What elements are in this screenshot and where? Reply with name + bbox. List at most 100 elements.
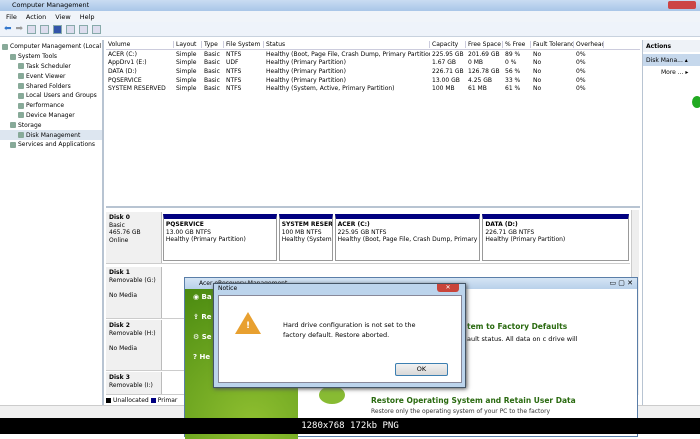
tree-item-label: Disk Management [26,131,81,139]
close-button[interactable] [668,1,696,9]
actions-more[interactable]: More ... ▸ [643,66,700,79]
tree-node-icon [18,83,24,90]
tree-item[interactable]: Device Manager [0,111,102,121]
column-header[interactable]: Volume [106,41,174,48]
table-cell: 0 MB [468,59,484,67]
table-cell: NTFS [226,67,242,75]
tree-item-label: Local Users and Groups [26,92,97,100]
tree-item-label: Event Viewer [26,72,66,80]
tree-item-label: Device Manager [26,111,75,119]
side-label: He [199,353,211,361]
back-icon[interactable]: ⬅ [4,25,12,34]
table-cell: Healthy (Primary Partition) [266,67,346,75]
table-row[interactable]: PQSERVICE Simple Basic NTFS Healthy (Primary… [106,76,640,85]
factory-defaults-heading[interactable]: tem to Factory Defaults [467,322,567,331]
refresh-icon[interactable] [79,25,89,34]
help-icon[interactable] [53,25,63,34]
partition[interactable]: ACER (C:) 225.95 GB NTFS Healthy (Boot, Pa… [334,214,481,261]
table-cell: Simple [176,50,197,58]
actions-title: Actions [643,40,700,52]
table-cell: Healthy (Primary Partition) [266,76,346,84]
column-header[interactable]: Type [202,41,224,48]
tree-item[interactable]: Local Users and Groups [0,91,102,101]
properties-icon[interactable] [92,25,102,34]
table-row[interactable]: SYSTEM RESERVED Simple Basic NTFS Healthy (S… [106,84,640,93]
ok-button[interactable]: OK [395,363,448,376]
table-cell: 4.25 GB [468,76,493,84]
retain-data-heading[interactable]: Restore Operating System and Retain User… [371,396,576,405]
partition-status: Healthy (Primary Partition) [485,236,566,243]
tree-item[interactable]: Task Scheduler [0,62,102,72]
table-row[interactable]: DATA (D:) Simple Basic NTFS Healthy (Primary… [106,67,640,76]
table-row[interactable]: ACER (C:) Simple Basic NTFS Healthy (Boot, P… [106,50,640,59]
partition[interactable]: SYSTEM RESER' 100 MB NTFS Healthy (System [278,214,333,261]
disk-info [109,337,158,345]
tree-item[interactable]: Storage [0,120,102,130]
warning-icon-mark: ! [246,321,251,331]
tree-item[interactable]: Services and Applications [0,140,102,150]
partition-name: DATA (D:) [485,221,518,228]
menu-action[interactable]: Action [26,13,46,21]
disk-label[interactable]: Disk 3 Removable (I:) [106,372,162,394]
disk-name: Disk 2 [109,322,130,329]
column-header[interactable]: Status [264,41,430,48]
column-header[interactable]: Fault Tolerance [531,41,574,48]
table-cell: 33 % [505,76,521,84]
column-header[interactable]: Layout [174,41,202,48]
table-cell: 226.71 GB [432,67,464,75]
table-cell: NTFS [226,76,242,84]
actions-disk-management[interactable]: Disk Mana... ▴ [643,54,700,66]
disk-info: No Media [109,344,138,352]
disk-label[interactable]: Disk 1 Removable (G:) No Media [106,267,162,318]
tree-node-icon [10,141,16,148]
disk-label[interactable]: Disk 2 Removable (H:) No Media [106,320,162,370]
show-action-pane-icon[interactable] [66,25,76,34]
column-header[interactable]: Overhead [574,41,604,48]
column-header[interactable]: % Free [503,41,531,48]
tree-item-label: Computer Management (Local [10,43,102,51]
tree-item[interactable]: Shared Folders [0,81,102,91]
tree-item[interactable]: Event Viewer [0,71,102,81]
table-cell: 201.69 GB [468,50,500,58]
tree-item[interactable]: System Tools [0,52,102,62]
partition-size: 13.00 GB NTFS [165,228,211,236]
column-header[interactable]: File System [224,41,264,48]
table-cell: 89 % [505,50,521,58]
partition-status: Healthy (Primary Partition) [165,236,246,243]
table-cell: 0 % [505,59,517,67]
unallocated-swatch [106,398,111,403]
acer-window-controls[interactable]: ▭ ▢ ✕ [609,279,633,287]
menu-file[interactable]: File [6,13,17,21]
show-tree-icon[interactable] [40,25,50,34]
table-cell: Healthy (System, Active, Primary Partiti… [266,85,395,93]
partition-name: PQSERVICE [165,221,204,228]
table-cell: No [533,59,542,67]
volume-list-header: Volume Layout Type File System Status Capacit… [106,40,640,50]
tree-node-icon [18,112,24,119]
disk-label[interactable]: Disk 0 Basic 465.76 GB Online [106,212,162,263]
tree-node-icon [18,132,24,139]
image-footer: 1280x768 172kb PNG [0,418,700,434]
column-header[interactable]: Capacity [430,41,466,48]
toolbar: ⬅ ➡ [0,22,700,37]
forward-icon[interactable]: ➡ [16,25,24,34]
menu-view[interactable]: View [55,13,70,21]
column-header[interactable]: Free Space [466,41,503,48]
partition[interactable]: PQSERVICE 13.00 GB NTFS Healthy (Primary P… [162,214,277,261]
table-cell: 0% [576,50,586,58]
menu-help[interactable]: Help [80,13,95,21]
title-bar: Computer Management [0,0,700,11]
table-row[interactable]: AppDrv1 (E:) Simple Basic UDF Healthy (Prima… [106,59,640,68]
tree-node-icon [18,73,24,80]
up-folder-icon[interactable] [27,25,37,34]
tree-item[interactable]: Disk Management [0,130,102,140]
disk-name: Disk 1 [109,269,130,276]
notice-close-button[interactable]: ✕ [437,284,459,292]
table-cell: 61 % [505,85,521,93]
partition[interactable]: DATA (D:) 226.71 GB NTFS Healthy (Primary … [482,214,630,261]
table-cell: 0% [576,85,586,93]
side-label: Ba [201,293,212,301]
notice-title: Notice [218,285,238,292]
tree-item[interactable]: Performance [0,101,102,111]
tree-item[interactable]: Computer Management (Local [0,42,102,52]
